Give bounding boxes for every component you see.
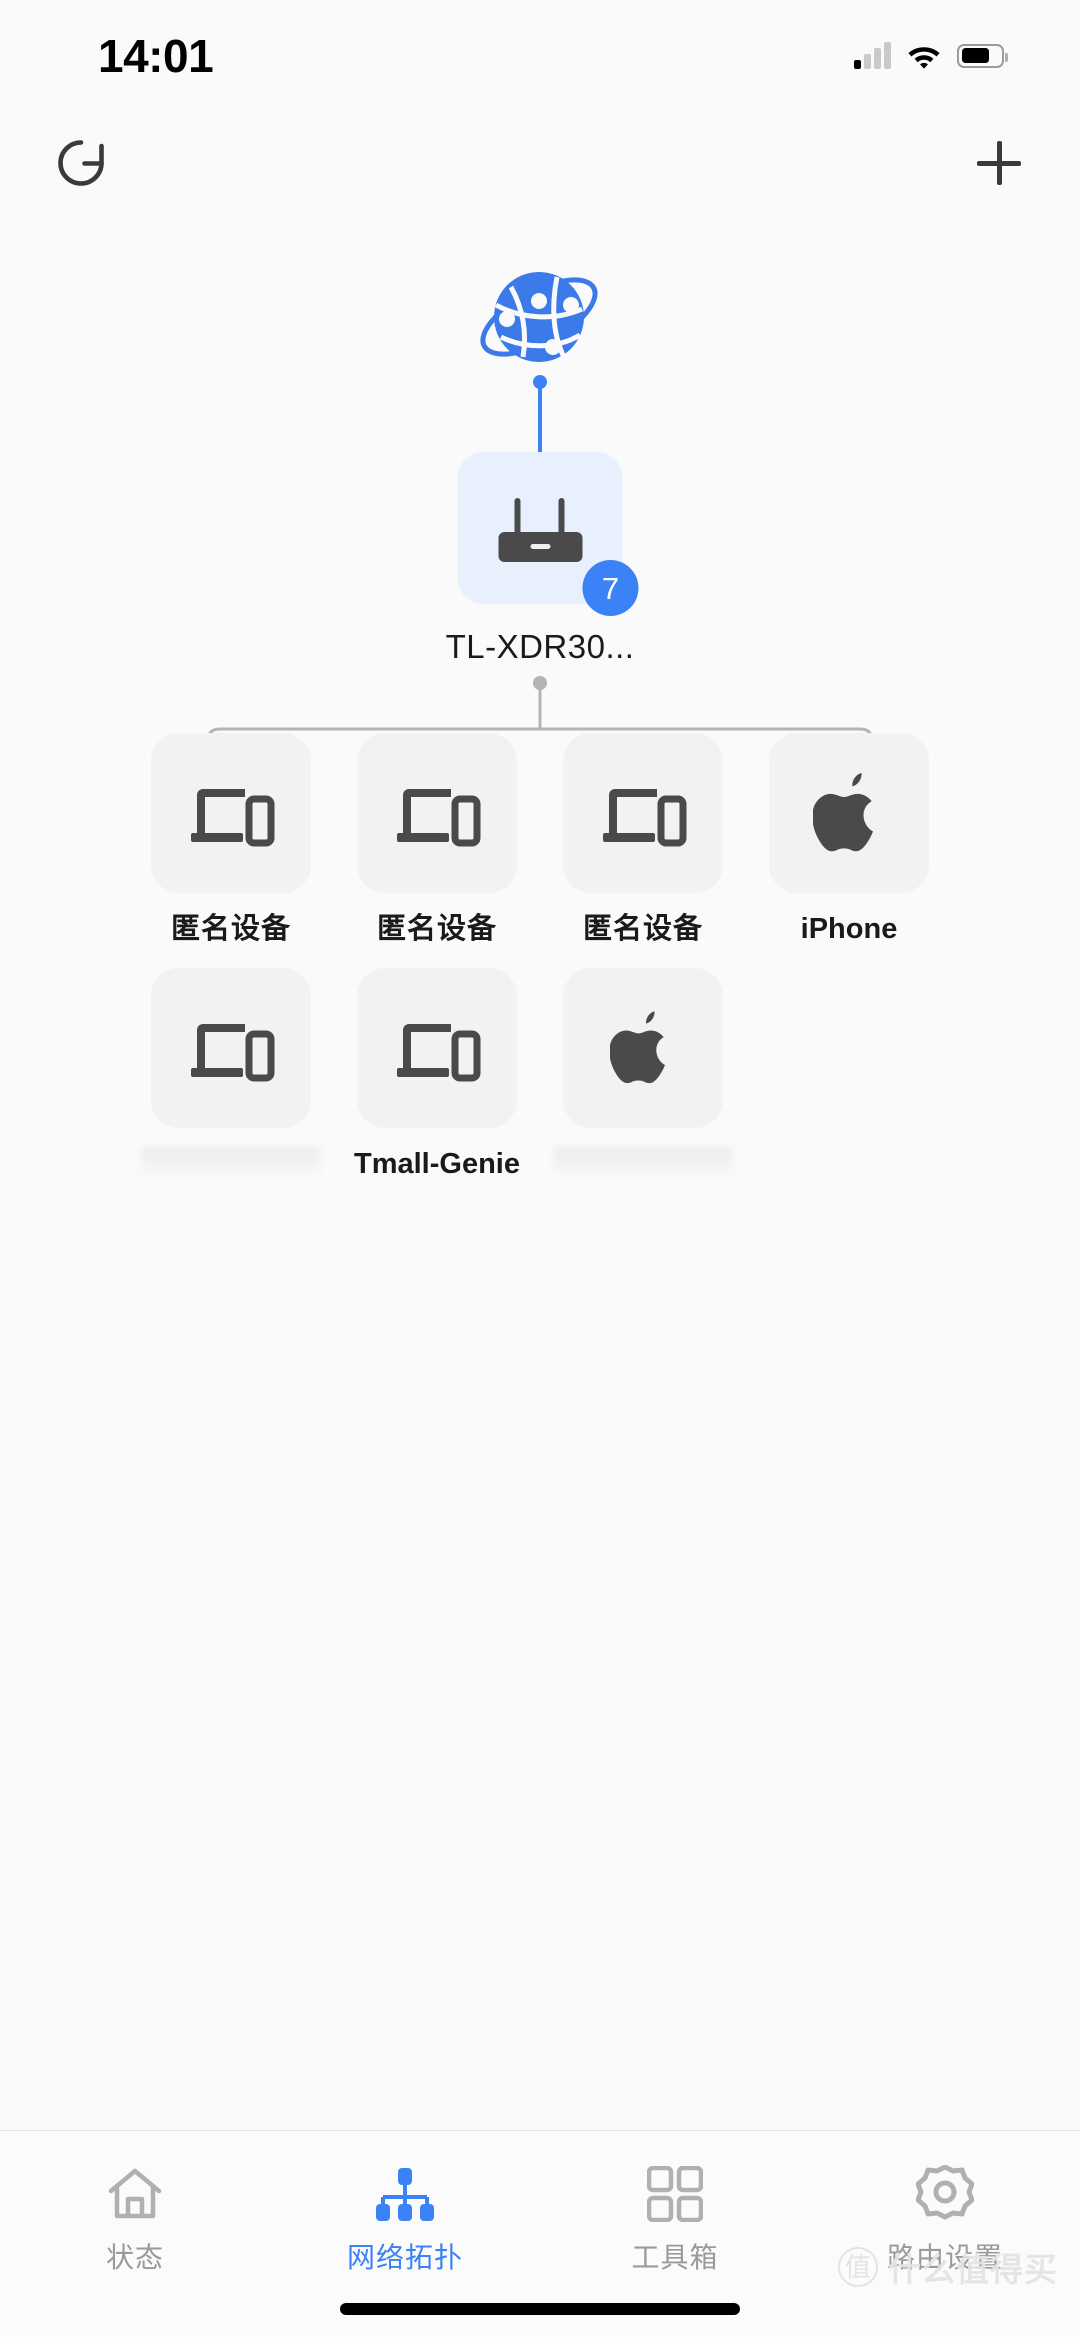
wan-link-line (538, 382, 542, 454)
device-node[interactable] (128, 968, 334, 1181)
device-node[interactable] (540, 968, 746, 1181)
laptop-phone-icon (191, 789, 275, 847)
router-tile: 7 (457, 452, 639, 616)
signal-bars-icon (854, 41, 891, 69)
router-label: TL-XDR30... (445, 628, 635, 665)
device-tile (151, 968, 311, 1128)
laptop-phone-icon (191, 1024, 275, 1082)
device-label: 匿名设备 (582, 912, 703, 945)
device-tile (769, 733, 929, 893)
laptop-phone-icon (397, 1024, 481, 1082)
device-tile (357, 733, 517, 893)
battery-icon (957, 43, 1008, 68)
grid-icon (647, 2165, 703, 2223)
nav-item-topology[interactable]: 网络拓扑 (270, 2165, 540, 2276)
app-root: 14:01 7 TL-XDR30... 匿名设备 匿名设备 匿名设备 iPhon… (0, 0, 1080, 2337)
add-device-button[interactable] (963, 127, 1035, 199)
device-label: 匿名设备 (376, 912, 497, 945)
device-node[interactable]: 匿名设备 (128, 733, 334, 946)
home-indicator[interactable] (340, 2303, 740, 2315)
topology-icon (374, 2165, 436, 2223)
router-icon (498, 498, 582, 562)
top-bar (0, 105, 1080, 225)
laptop-phone-icon (397, 789, 481, 847)
status-bar: 14:01 (0, 0, 1080, 105)
device-node[interactable]: 匿名设备 (540, 733, 746, 946)
apple-logo-icon (610, 1011, 665, 1084)
router-client-count-badge: 7 (582, 560, 639, 616)
device-tile (563, 733, 723, 893)
laptop-phone-icon (603, 789, 687, 847)
globe-network-icon (480, 272, 598, 362)
device-label: 匿名设备 (170, 912, 291, 945)
status-time: 14:01 (98, 29, 214, 82)
device-node[interactable]: Tmall-Genie (334, 968, 540, 1181)
device-node[interactable]: 匿名设备 (334, 733, 540, 946)
device-label: Tmall-Genie (354, 1147, 520, 1180)
apple-logo-icon (813, 773, 873, 852)
nav-label: 工具箱 (631, 2242, 719, 2273)
device-label: iPhone (800, 912, 898, 945)
watermark-text: 什么值得买 (888, 2251, 1058, 2288)
nav-label: 状态 (105, 2242, 164, 2273)
device-tile (151, 733, 311, 893)
device-label-redacted (142, 1147, 320, 1181)
gear-icon (916, 2165, 974, 2223)
router-node[interactable]: 7 TL-XDR30... (446, 452, 639, 666)
internet-node[interactable] (475, 257, 605, 377)
plus-icon (977, 141, 1021, 185)
nav-label: 网络拓扑 (346, 2242, 463, 2273)
device-label-redacted (554, 1147, 732, 1181)
device-grid: 匿名设备 匿名设备 匿名设备 iPhone Tmall-Genie (128, 733, 952, 1203)
nav-item-toolbox[interactable]: 工具箱 (540, 2165, 810, 2276)
device-tile (563, 968, 723, 1128)
refresh-icon (58, 140, 104, 186)
device-tile (357, 968, 517, 1128)
refresh-button[interactable] (45, 127, 117, 199)
home-icon (106, 2165, 164, 2223)
device-node[interactable]: iPhone (746, 733, 952, 946)
wifi-icon (908, 46, 940, 69)
watermark-logo: 值 (838, 2247, 878, 2287)
topology-canvas: 7 TL-XDR30... 匿名设备 匿名设备 匿名设备 iPhone Tmal… (0, 225, 1080, 2130)
status-icons (854, 41, 1008, 69)
watermark: 值 什么值得买 (838, 2243, 1058, 2291)
nav-item-status[interactable]: 状态 (0, 2165, 270, 2276)
bottom-navigation-bar: 状态 网络拓扑 工具箱 路由设置 值 什么值得买 (0, 2130, 1080, 2337)
